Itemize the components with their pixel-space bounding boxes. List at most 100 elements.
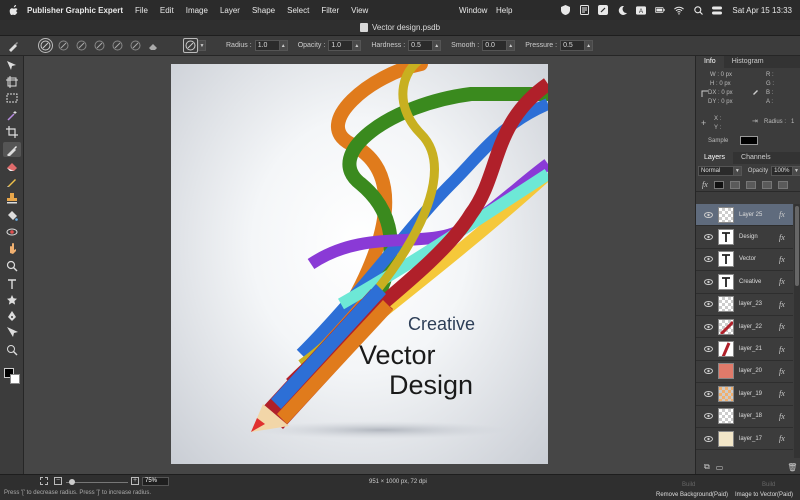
layer-name[interactable]: layer_19 xyxy=(739,391,779,397)
brush-preset-6[interactable] xyxy=(128,38,143,53)
wifi-icon[interactable] xyxy=(674,5,685,15)
layer-name[interactable]: layer_17 xyxy=(739,436,779,442)
layer-name[interactable]: layer_23 xyxy=(739,301,779,307)
eraser-preset[interactable] xyxy=(146,38,161,53)
battery-icon[interactable] xyxy=(655,5,666,15)
eye-icon[interactable] xyxy=(702,413,714,420)
fx-icon[interactable]: fx xyxy=(779,412,793,421)
layer-row[interactable]: layer_18 fx xyxy=(696,406,793,428)
eye-icon[interactable] xyxy=(702,256,714,263)
image-to-vector-button[interactable]: Image to Vector(Paid) xyxy=(735,492,793,498)
layer-row[interactable]: Vector fx xyxy=(696,249,793,272)
layer-thumbnail[interactable] xyxy=(718,251,734,268)
layer-thumbnail[interactable] xyxy=(718,408,734,425)
layer-name[interactable]: Vector xyxy=(739,256,779,262)
layers-scrollbar[interactable] xyxy=(794,204,800,458)
eye-icon[interactable] xyxy=(702,234,714,241)
text-tool-icon[interactable] xyxy=(3,276,21,291)
fit-screen-icon[interactable] xyxy=(40,477,48,485)
red-eye-tool-icon[interactable] xyxy=(3,224,21,239)
layer-row[interactable]: layer_19 fx xyxy=(696,383,793,406)
layer-row[interactable]: layer_21 fx xyxy=(696,338,793,361)
moon-icon[interactable] xyxy=(617,5,627,15)
fx-icon[interactable]: fx xyxy=(779,277,793,286)
search-icon[interactable] xyxy=(693,5,703,15)
menu-view[interactable]: View xyxy=(351,6,368,15)
eye-icon[interactable] xyxy=(702,278,714,285)
control-center-icon[interactable] xyxy=(712,5,723,15)
chevron-down-icon[interactable]: ▼ xyxy=(733,166,742,176)
remove-background-button[interactable]: Remove Background(Paid) xyxy=(656,492,728,498)
tab-info[interactable]: Info xyxy=(696,56,724,68)
artboard-tool-icon[interactable] xyxy=(3,74,21,89)
crop-tool-icon[interactable] xyxy=(3,124,21,139)
canvas-text-vector[interactable]: Vector xyxy=(359,340,436,371)
background-color-swatch[interactable] xyxy=(10,374,20,384)
shield-icon[interactable] xyxy=(560,5,570,15)
path-select-icon[interactable] xyxy=(3,324,21,339)
layer-opacity-field[interactable]: 100% xyxy=(771,166,794,176)
layer-row[interactable]: layer_17 fx xyxy=(696,428,793,451)
eye-icon[interactable] xyxy=(702,435,714,442)
brush-preset-4[interactable] xyxy=(92,38,107,53)
zoom-slider-knob[interactable] xyxy=(69,479,75,485)
style-swatch-gray[interactable] xyxy=(729,180,740,189)
fx-icon[interactable]: fx xyxy=(779,210,793,219)
layer-name[interactable]: layer_20 xyxy=(739,368,779,374)
fx-icon[interactable]: fx xyxy=(779,367,793,376)
document-icon[interactable] xyxy=(579,5,589,15)
new-layer-icon[interactable]: ⧉ xyxy=(704,462,710,472)
canvas-text-creative[interactable]: Creative xyxy=(408,314,475,335)
layer-row[interactable]: layer_20 fx xyxy=(696,361,793,384)
eye-icon[interactable] xyxy=(702,390,714,397)
scrollbar-thumb[interactable] xyxy=(795,206,799,286)
layer-thumbnail[interactable] xyxy=(718,206,734,223)
menu-file[interactable]: File xyxy=(135,6,148,15)
blend-mode-select[interactable]: Normal xyxy=(698,166,734,176)
style-swatch-outline[interactable] xyxy=(761,180,772,189)
radius-stepper[interactable]: ▲ xyxy=(279,40,288,51)
radius-field[interactable]: 1.0 xyxy=(254,40,280,51)
layer-name[interactable]: layer_22 xyxy=(739,324,779,330)
document-canvas[interactable]: Creative Vector Design xyxy=(171,64,548,464)
pencil-tool-icon[interactable] xyxy=(3,174,21,189)
layer-name[interactable]: layer_18 xyxy=(739,413,779,419)
eye-icon[interactable] xyxy=(702,211,714,218)
eye-icon[interactable] xyxy=(702,346,714,353)
menu-filter[interactable]: Filter xyxy=(321,6,339,15)
layer-thumbnail[interactable] xyxy=(718,385,734,402)
sample-color-swatch[interactable] xyxy=(740,136,759,145)
zoom-tool-icon[interactable] xyxy=(3,258,21,273)
brush-preset-3[interactable] xyxy=(74,38,89,53)
layer-row[interactable]: layer_23 fx xyxy=(696,294,793,316)
layer-thumbnail[interactable] xyxy=(718,273,734,290)
fx-icon[interactable]: fx xyxy=(779,300,793,309)
layer-thumbnail[interactable] xyxy=(718,363,734,380)
zoom-in-button[interactable]: + xyxy=(131,477,139,485)
brush-settings-button[interactable] xyxy=(183,38,198,53)
hardness-field[interactable]: 0.5 xyxy=(408,40,434,51)
smooth-stepper[interactable]: ▲ xyxy=(507,40,516,51)
canvas-workspace[interactable]: Creative Vector Design xyxy=(24,56,695,474)
brush-preset-5[interactable] xyxy=(110,38,125,53)
shape-tool-icon[interactable] xyxy=(3,292,21,307)
canvas-text-design[interactable]: Design xyxy=(389,370,473,401)
layer-name[interactable]: Design xyxy=(739,234,779,240)
eraser-tool-icon[interactable] xyxy=(3,158,21,173)
zoom-slider-track[interactable] xyxy=(66,482,128,483)
layer-row[interactable]: Design fx xyxy=(696,226,793,249)
pen-tool-icon[interactable] xyxy=(3,308,21,323)
brush-preset-1[interactable] xyxy=(38,38,53,53)
eye-icon[interactable] xyxy=(702,323,714,330)
smudge-tool-icon[interactable] xyxy=(3,240,21,255)
menu-image[interactable]: Image xyxy=(186,6,208,15)
marquee-tool-icon[interactable] xyxy=(3,90,21,105)
smooth-field[interactable]: 0.0 xyxy=(482,40,508,51)
layer-thumbnail[interactable] xyxy=(718,229,734,246)
fx-icon[interactable]: fx xyxy=(779,322,793,331)
style-swatch-black[interactable] xyxy=(713,180,724,189)
folder-icon[interactable]: ▭ xyxy=(716,463,724,472)
hardness-stepper[interactable]: ▲ xyxy=(433,40,442,51)
layer-row[interactable]: Layer 25 fx xyxy=(696,204,793,227)
menubar-clock[interactable]: Sat Apr 15 13:33 xyxy=(732,6,792,15)
